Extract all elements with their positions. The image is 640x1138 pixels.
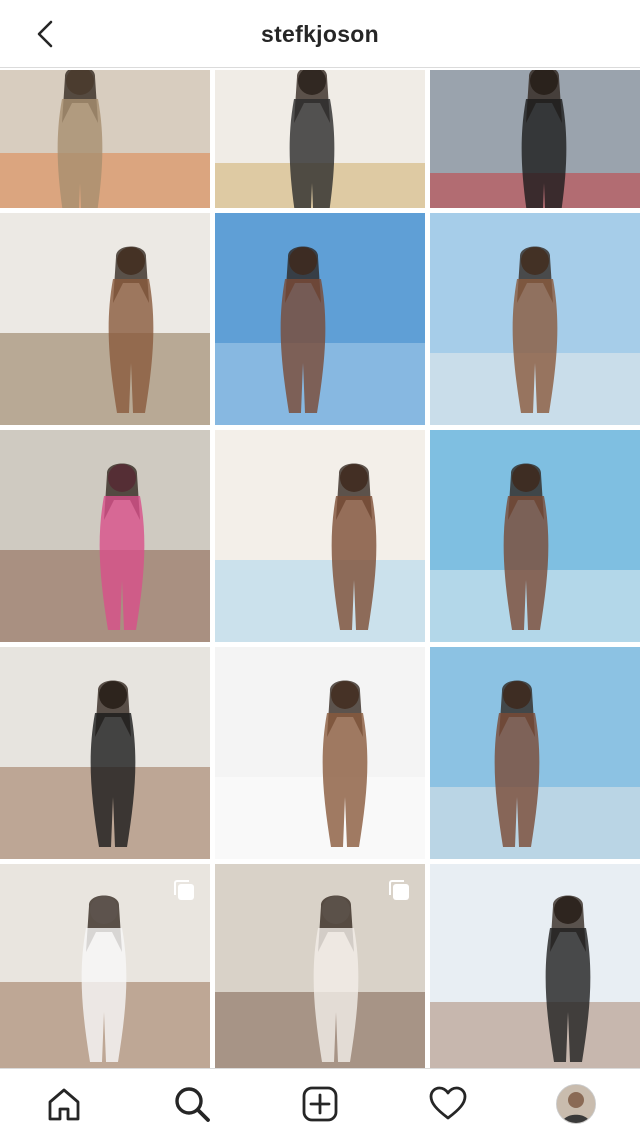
nav-profile[interactable] [544, 1074, 608, 1134]
post-thumbnail[interactable] [430, 864, 640, 1072]
post-image [430, 864, 640, 1072]
post-thumbnail[interactable] [430, 647, 640, 859]
post-image [0, 430, 210, 642]
post-image [0, 70, 210, 208]
post-thumbnail[interactable] [215, 647, 425, 859]
multiple-posts-icon [389, 880, 409, 900]
post-thumbnail[interactable] [430, 430, 640, 642]
post-thumbnail[interactable] [215, 430, 425, 642]
post-thumbnail[interactable] [215, 70, 425, 208]
post-image [215, 213, 425, 425]
post-thumbnail[interactable] [215, 864, 425, 1072]
post-image [215, 430, 425, 642]
nav-home[interactable] [32, 1074, 96, 1134]
post-thumbnail[interactable] [430, 70, 640, 208]
nav-search[interactable] [160, 1074, 224, 1134]
post-thumbnail[interactable] [0, 430, 210, 642]
post-thumbnail[interactable] [0, 864, 210, 1072]
nav-add[interactable] [288, 1074, 352, 1134]
profile-username: stefkjoson [260, 20, 380, 47]
nav-activity[interactable] [416, 1074, 480, 1134]
home-icon [48, 1088, 80, 1120]
post-thumbnail[interactable] [215, 213, 425, 425]
search-icon [175, 1086, 210, 1122]
bottom-nav [0, 1068, 640, 1138]
profile-avatar [556, 1083, 596, 1124]
multiple-posts-icon [174, 880, 194, 900]
post-image [430, 430, 640, 642]
post-thumbnail[interactable] [0, 647, 210, 859]
post-image [430, 647, 640, 859]
post-image [215, 647, 425, 859]
post-thumbnail[interactable] [0, 213, 210, 425]
post-grid [0, 70, 640, 1072]
post-thumbnail[interactable] [0, 70, 210, 208]
top-bar: stefkjoson [0, 0, 640, 68]
post-image [0, 213, 210, 425]
add-post-icon [302, 1086, 338, 1121]
post-image [430, 213, 640, 425]
post-image [430, 70, 640, 208]
post-image [0, 647, 210, 859]
heart-icon [429, 1086, 467, 1119]
post-thumbnail[interactable] [430, 213, 640, 425]
post-image [215, 70, 425, 208]
